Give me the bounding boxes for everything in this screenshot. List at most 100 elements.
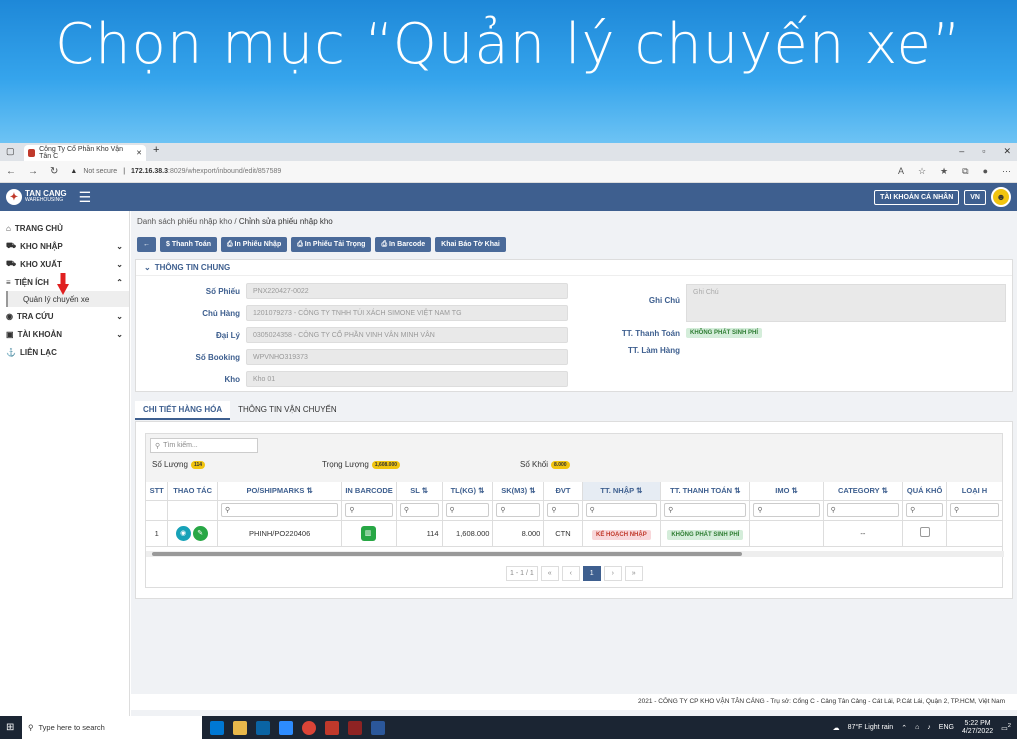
col-po[interactable]: PO/SHIPMARKS ⇅ bbox=[217, 482, 343, 501]
field-label: Chủ Hàng bbox=[202, 308, 240, 318]
close-window-icon[interactable]: ✕ bbox=[1003, 146, 1011, 157]
filter-type-input[interactable]: ⚲ bbox=[950, 503, 999, 517]
col-category[interactable]: CATEGORY ⇅ bbox=[823, 482, 904, 501]
col-tt-thanh-toan[interactable]: TT. THANH TOÁN ⇅ bbox=[660, 482, 751, 501]
language-button[interactable]: VN bbox=[964, 189, 986, 205]
maximize-icon[interactable]: ▫ bbox=[982, 146, 985, 157]
sidebar-item-account[interactable]: ▣ TÀI KHOẢN ⌄ bbox=[0, 325, 129, 343]
tab-actions-icon[interactable]: ▢ bbox=[6, 146, 15, 157]
receipt-no-input: PNX220427-0022 bbox=[246, 283, 568, 299]
account-button[interactable]: TÀI KHOẢN CÁ NHÂN bbox=[874, 189, 960, 205]
app-header: ✦ TAN CANG WAREHOUSING ☰ TÀI KHOẢN CÁ NHÂ… bbox=[0, 183, 1017, 211]
next-page-icon[interactable]: › bbox=[603, 566, 622, 581]
app-icon[interactable] bbox=[348, 720, 362, 735]
weather-text[interactable]: 87°F Light rain bbox=[848, 724, 894, 731]
breadcrumb: Danh sách phiếu nhập kho / Chỉnh sửa phi… bbox=[137, 217, 333, 226]
language-indicator[interactable]: ENG bbox=[939, 724, 954, 731]
col-dvt[interactable]: ĐVT bbox=[543, 482, 583, 501]
oversize-checkbox[interactable] bbox=[919, 527, 930, 537]
tray-arrow-icon[interactable]: ⌃ bbox=[901, 724, 907, 732]
col-sl[interactable]: SL ⇅ bbox=[396, 482, 443, 501]
avatar[interactable]: ☻ bbox=[991, 187, 1011, 207]
taskbar-search-input[interactable]: ⚲ Type here to search bbox=[22, 716, 202, 739]
print-receipt-button[interactable]: ⎙ In Phiếu Nhập bbox=[221, 237, 288, 252]
more-icon[interactable]: ⋯ bbox=[1002, 166, 1011, 177]
logo-sub: WAREHOUSING bbox=[25, 197, 64, 203]
breadcrumb-parent[interactable]: Danh sách phiếu nhập kho bbox=[137, 217, 232, 226]
sidebar-item-lookup[interactable]: ◉ TRA CỨU ⌄ bbox=[0, 307, 129, 325]
general-info-header[interactable]: ⌄ THÔNG TIN CHUNG bbox=[136, 260, 1012, 276]
sidebar-item-contact[interactable]: ⚓ LIÊN LẠC bbox=[0, 343, 129, 361]
close-tab-icon[interactable]: ✕ bbox=[136, 149, 142, 157]
scrollbar-thumb[interactable] bbox=[152, 552, 742, 556]
view-icon[interactable]: ◉ bbox=[175, 525, 191, 541]
filter-oversize-input[interactable]: ⚲ bbox=[906, 503, 943, 517]
read-aloud-icon[interactable]: A bbox=[898, 166, 904, 177]
barcode-icon[interactable]: ▥ bbox=[360, 525, 376, 541]
horizontal-scrollbar[interactable] bbox=[146, 551, 1004, 557]
field-agent: Đại Lý 0305024358 - CÔNG TY CỔ PHẦN VINH … bbox=[136, 327, 568, 343]
table-row[interactable]: 1 ◉ ✎ PHINH/PO220406 ▥ 114 1,608.000 8.00… bbox=[146, 520, 1002, 547]
sidebar-item-label: KHO XUẤT bbox=[20, 259, 62, 269]
filter-tt-thanh-toan-input[interactable]: ⚲ bbox=[664, 503, 747, 517]
logo[interactable]: ✦ TAN CANG WAREHOUSING bbox=[6, 189, 67, 205]
chrome-icon[interactable] bbox=[302, 720, 316, 735]
tab-goods-detail[interactable]: CHI TIẾT HÀNG HÓA bbox=[135, 401, 231, 420]
filter-tl-input[interactable]: ⚲ bbox=[445, 503, 490, 517]
file-explorer-icon[interactable] bbox=[233, 720, 247, 735]
payment-button[interactable]: $ Thanh Toán bbox=[160, 237, 217, 252]
zoom-icon[interactable] bbox=[279, 720, 293, 735]
sidebar-item-import[interactable]: ⛟ KHO NHẬP ⌄ bbox=[0, 237, 129, 255]
col-sk[interactable]: SK(M3) ⇅ bbox=[492, 482, 545, 501]
sidebar-item-export[interactable]: ⛟ KHO XUẤT ⌄ bbox=[0, 255, 129, 273]
col-tt-nhap[interactable]: TT. NHẬP ⇅ bbox=[582, 482, 662, 501]
network-icon[interactable]: ⌂ bbox=[915, 724, 919, 731]
prev-page-icon[interactable]: ‹ bbox=[561, 566, 580, 581]
filter-tt-nhap-input[interactable]: ⚲ bbox=[585, 503, 658, 517]
goods-table: STT THAO TÁC PO/SHIPMARKS ⇅ IN BARCODE S… bbox=[146, 482, 1002, 547]
filter-category-input[interactable]: ⚲ bbox=[826, 503, 900, 517]
first-page-icon[interactable]: « bbox=[540, 566, 559, 581]
minimize-icon[interactable]: – bbox=[959, 146, 964, 157]
sidebar-item-home[interactable]: ⌂ TRANG CHỦ bbox=[0, 219, 129, 237]
last-page-icon[interactable]: » bbox=[624, 566, 643, 581]
print-weight-button[interactable]: ⎙ In Phiếu Tải Trọng bbox=[291, 237, 372, 252]
note-textarea[interactable]: Ghi Chú bbox=[686, 284, 1006, 322]
filter-sl-input[interactable]: ⚲ bbox=[399, 503, 439, 517]
col-imo[interactable]: IMO ⇅ bbox=[749, 482, 824, 501]
col-label: SL bbox=[410, 486, 420, 496]
favorites-icon[interactable]: ★ bbox=[940, 166, 948, 177]
menu-toggle-icon[interactable]: ☰ bbox=[79, 189, 92, 206]
customs-declaration-button[interactable]: Khai Báo Tờ Khai bbox=[435, 237, 506, 252]
word-icon[interactable] bbox=[371, 720, 385, 735]
col-label: TT. THANH TOÁN bbox=[670, 486, 733, 496]
filter-barcode-input[interactable]: ⚲ bbox=[345, 503, 393, 517]
app-icon[interactable] bbox=[325, 720, 339, 735]
notification-icon[interactable]: ▭2 bbox=[1001, 723, 1011, 732]
new-tab-button[interactable]: + bbox=[153, 144, 159, 156]
edit-icon[interactable]: ✎ bbox=[192, 525, 208, 541]
windows-start-icon[interactable]: ⊞ bbox=[6, 722, 14, 733]
mail-icon[interactable] bbox=[256, 720, 270, 735]
filter-sk-input[interactable]: ⚲ bbox=[496, 503, 541, 517]
collections-icon[interactable]: ⧉ bbox=[962, 166, 968, 177]
forward-icon[interactable]: → bbox=[28, 166, 38, 177]
edge-icon[interactable] bbox=[210, 720, 224, 735]
clock[interactable]: 5:22 PM 4/27/2022 bbox=[962, 720, 993, 736]
volume-icon[interactable]: ♪ bbox=[927, 724, 931, 731]
filter-po-input[interactable]: ⚲ bbox=[220, 503, 339, 517]
page-number[interactable]: 1 bbox=[582, 566, 601, 581]
add-favorite-icon[interactable]: ☆ bbox=[918, 166, 926, 177]
url-field[interactable]: ▲ Not secure | 172.16.38.3:8029/whexport… bbox=[70, 168, 281, 175]
filter-imo-input[interactable]: ⚲ bbox=[753, 503, 820, 517]
back-icon[interactable]: ← bbox=[6, 166, 16, 177]
profile-icon[interactable]: ● bbox=[983, 166, 988, 177]
back-button[interactable]: ← bbox=[137, 237, 156, 252]
browser-tab[interactable]: Công Ty Cổ Phần Kho Vận Tân C ✕ bbox=[24, 145, 146, 161]
col-tl[interactable]: TL(KG) ⇅ bbox=[442, 482, 494, 501]
tab-shipping-info[interactable]: THÔNG TIN VẬN CHUYỂN bbox=[230, 401, 345, 420]
grid-search-input[interactable]: ⚲ Tìm kiếm... bbox=[150, 438, 258, 453]
print-barcode-button[interactable]: ⎙ In Barcode bbox=[375, 237, 432, 252]
reload-icon[interactable]: ↻ bbox=[50, 166, 58, 177]
filter-dvt-input[interactable]: ⚲ bbox=[547, 503, 579, 517]
